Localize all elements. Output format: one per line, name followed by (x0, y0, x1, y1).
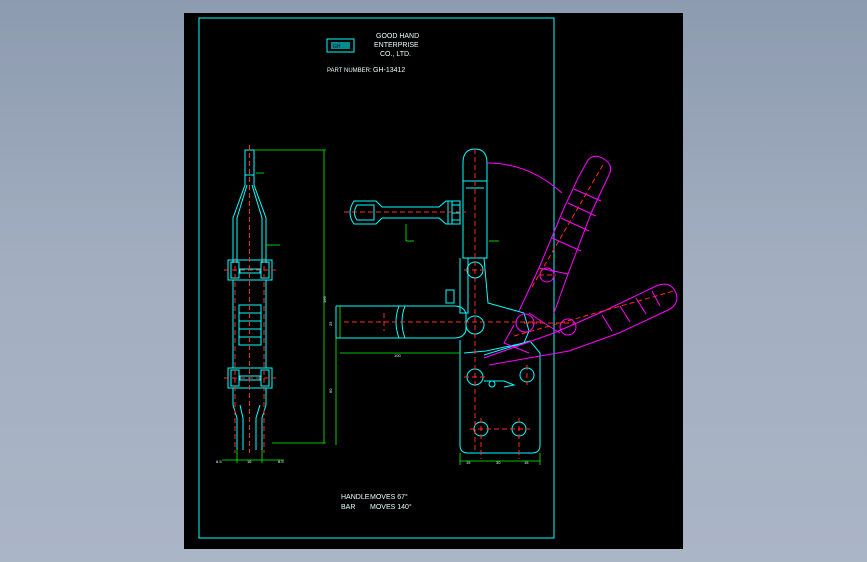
dim-bar-height: 25 (328, 321, 333, 326)
dim-side-w2: 16 (247, 459, 252, 464)
alternate-centerlines (513, 162, 675, 337)
bar-open-position (483, 283, 678, 366)
svg-text:GH: GH (333, 44, 341, 50)
dim-lower-height: 60 (328, 388, 333, 393)
company-name-line2: ENTERPRISE (374, 42, 419, 49)
note-bar-text: MOVES 140° (370, 503, 412, 511)
dim-base-w3: 15 (524, 460, 529, 465)
front-dimensions (335, 240, 541, 465)
handle-arc (486, 162, 563, 194)
company-name-line3: CO., LTD. (380, 51, 411, 58)
dim-base-w1: 15 (466, 460, 471, 465)
company-logo: GH (326, 38, 355, 53)
note-handle-text: MOVES 67° (370, 493, 408, 501)
front-centerlines (344, 149, 544, 459)
side-view-dimensions (222, 149, 326, 463)
spindle-dimension (405, 224, 414, 242)
dim-bar-length: 100 (394, 353, 401, 358)
note-handle-label: HANDLE (341, 494, 370, 501)
part-number: GH-13412 (373, 67, 405, 74)
cad-drawing: GH GOOD HAND ENTERPRISE CO., LTD. PART N… (198, 17, 678, 539)
company-name-line1: GOOD HAND (376, 33, 419, 40)
drawing-canvas: GH GOOD HAND ENTERPRISE CO., LTD. PART N… (184, 13, 683, 549)
clamp-body (335, 148, 541, 454)
dim-overall-height: 166 (322, 296, 327, 303)
note-bar-label: BAR (341, 504, 355, 511)
dim-side-w1: 8.5 (216, 459, 222, 464)
part-number-label: PART NUMBER: (327, 68, 372, 74)
side-view-centerlines (224, 145, 276, 453)
dim-side-w3: 8.5 (278, 459, 284, 464)
dim-base-w2: 30 (496, 460, 501, 465)
